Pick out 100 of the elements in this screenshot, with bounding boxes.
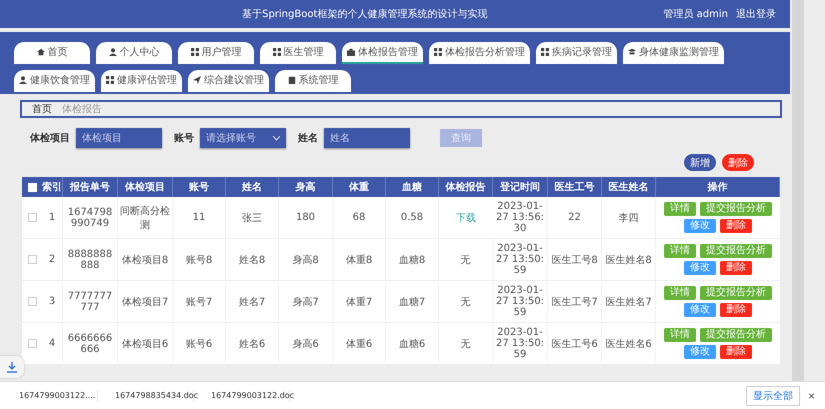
download-filename[interactable]: 1674798835434.doc — [115, 391, 198, 400]
table-cell: 姓名6 — [226, 323, 279, 364]
paper-plane-icon — [193, 76, 201, 84]
column-header: 账号 — [173, 177, 226, 197]
submit-analysis-button[interactable]: 提交报告分析 — [700, 202, 772, 216]
show-all-button[interactable]: 显示全部 — [746, 386, 800, 406]
edit-button[interactable]: 修改 — [684, 345, 716, 359]
download-icon — [7, 362, 17, 372]
table-cell: 血糖6 — [386, 323, 439, 364]
table-cell: 体检项目8 — [118, 239, 173, 280]
nav-tab[interactable]: 用户管理 — [178, 42, 254, 64]
user-icon — [19, 76, 27, 84]
submit-analysis-button[interactable]: 提交报告分析 — [700, 244, 772, 258]
column-header: 索引 — [42, 177, 63, 197]
nav-tab[interactable]: 身体健康监测管理 — [623, 42, 724, 64]
delete-button[interactable]: 删除 — [720, 345, 752, 359]
table-cell: 180 — [279, 197, 333, 238]
submit-analysis-button[interactable]: 提交报告分析 — [700, 328, 772, 342]
grid-icon — [272, 48, 280, 56]
table-cell: 医生姓名6 — [602, 323, 656, 364]
table-cell: 体检项目7 — [118, 281, 173, 322]
close-button[interactable]: × — [804, 388, 819, 402]
row-checkbox[interactable] — [28, 255, 36, 264]
table-cell: 6666666666 — [63, 323, 118, 364]
nav-tab[interactable]: 综合建议管理 — [188, 70, 269, 92]
nav-tab[interactable]: 健康评估管理 — [101, 70, 182, 92]
table-cell: 医生工号8 — [548, 239, 602, 280]
download-filename[interactable]: 1674799003122.doc — [211, 391, 294, 400]
detail-button[interactable]: 详情 — [664, 244, 696, 258]
table-cell: 3 — [42, 281, 63, 322]
nav-tab[interactable]: 系统管理 — [275, 70, 351, 92]
nav-tab[interactable]: 医生管理 — [260, 42, 336, 64]
detail-button[interactable]: 详情 — [664, 328, 696, 342]
account-select[interactable]: 请选择账号 — [200, 128, 286, 148]
scrollbar[interactable] — [792, 0, 804, 381]
download-link[interactable]: 下载 — [456, 210, 476, 224]
column-header: 操作 — [656, 177, 780, 197]
delete-button[interactable]: 删除 — [720, 219, 752, 233]
row-checkbox[interactable] — [28, 297, 36, 306]
user-icon — [108, 48, 116, 56]
breadcrumb-item[interactable]: 首页 — [32, 102, 52, 116]
edit-button[interactable]: 修改 — [684, 261, 716, 275]
table-cell: 姓名8 — [226, 239, 279, 280]
nav-tab[interactable]: 体检报告管理 — [342, 42, 423, 64]
grid-icon — [434, 48, 442, 56]
table-cell: 医生姓名8 — [602, 239, 656, 280]
column-header: 血糖 — [386, 177, 439, 197]
nav-tab[interactable]: 首页 — [14, 42, 90, 64]
table-cell: 体重8 — [333, 239, 386, 280]
nav-tab[interactable]: 体检报告分析管理 — [429, 42, 530, 64]
search-field[interactable]: 姓名 — [324, 128, 410, 148]
table-cell: 医生工号6 — [548, 323, 602, 364]
submit-analysis-button[interactable]: 提交报告分析 — [700, 286, 772, 300]
column-header: 姓名 — [226, 177, 279, 197]
table-cell: 账号8 — [173, 239, 226, 280]
table-cell: 2023-01-27 13:50:59 — [493, 239, 548, 280]
delete-button[interactable]: 删除 — [720, 303, 752, 317]
nav-tab[interactable]: 个人中心 — [96, 42, 172, 64]
delete-button[interactable]: 删除 — [722, 154, 754, 171]
table-cell: 账号6 — [173, 323, 226, 364]
edit-button[interactable]: 修改 — [684, 303, 716, 317]
column-header: 医生姓名 — [602, 177, 656, 197]
row-checkbox[interactable] — [28, 213, 36, 222]
detail-button[interactable]: 详情 — [664, 286, 696, 300]
column-header: 体重 — [333, 177, 386, 197]
column-header: 医生工号 — [548, 177, 602, 197]
nav-tab[interactable]: 健康饮食管理 — [14, 70, 95, 92]
select-all-checkbox[interactable] — [28, 182, 36, 192]
download-filename[interactable]: 1674799003122.... — [19, 391, 96, 400]
table-cell: 身高8 — [279, 239, 333, 280]
home-icon — [36, 48, 44, 56]
table-cell: 7777777777 — [63, 281, 118, 322]
grid-icon — [190, 48, 198, 56]
table-cell: 身高7 — [279, 281, 333, 322]
edit-button[interactable]: 修改 — [684, 219, 716, 233]
download-button[interactable] — [0, 356, 24, 378]
logout-link[interactable]: 退出登录 — [736, 7, 776, 21]
detail-button[interactable]: 详情 — [664, 202, 696, 216]
table-cell: 医生工号7 — [548, 281, 602, 322]
table-cell: 2 — [42, 239, 63, 280]
grid-icon — [106, 76, 114, 84]
delete-button[interactable]: 删除 — [720, 261, 752, 275]
table-cell: 医生姓名7 — [602, 281, 656, 322]
chevron-down-icon — [273, 136, 280, 140]
nav-tab[interactable]: 疾病记录管理 — [536, 42, 617, 64]
table-cell: 11 — [173, 197, 226, 238]
table-cell: 无 — [439, 239, 493, 280]
table-cell: 血糖8 — [386, 239, 439, 280]
column-header: 身高 — [279, 177, 333, 197]
row-checkbox[interactable] — [28, 339, 36, 348]
add-button[interactable]: 新增 — [684, 154, 716, 171]
grid-icon — [541, 48, 549, 56]
breadcrumb-item: 体检报告 — [62, 102, 102, 116]
field-label: 姓名 — [298, 132, 318, 145]
table-cell: 2023-01-27 13:50:59 — [493, 281, 548, 322]
search-field[interactable]: 体检项目 — [76, 128, 162, 148]
table-cell: 体重6 — [333, 323, 386, 364]
table-cell: 1 — [42, 197, 63, 238]
table-cell: 22 — [548, 197, 602, 238]
column-header: 体检报告 — [439, 177, 493, 197]
